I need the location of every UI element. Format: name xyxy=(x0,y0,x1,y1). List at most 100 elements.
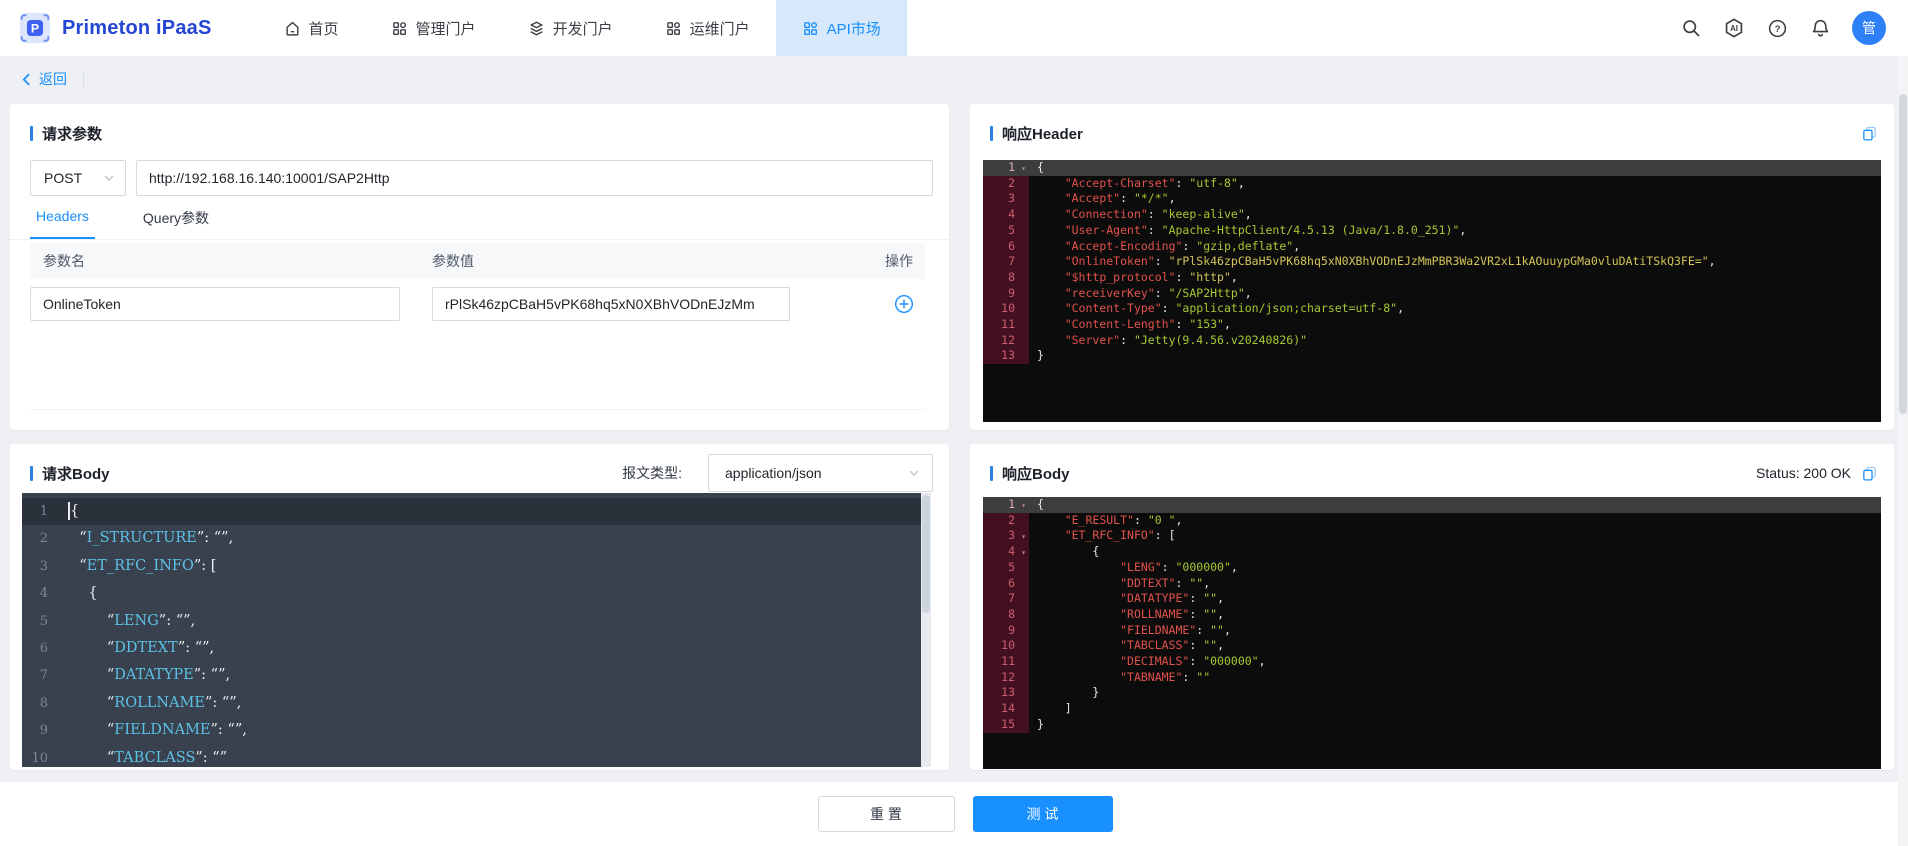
nav-item-admin-portal[interactable]: 管理门户 xyxy=(365,0,502,56)
code-line: 1{ xyxy=(22,498,931,526)
column-header-name: 参数名 xyxy=(43,253,85,269)
code-line-content: "Accept-Charset": "utf-8", xyxy=(1064,175,1245,190)
code-line-content: } xyxy=(1037,348,1044,363)
fold-caret-icon[interactable]: ▾ xyxy=(1021,498,1026,514)
param-value-input[interactable] xyxy=(432,287,790,321)
help-icon[interactable]: ? xyxy=(1766,17,1788,39)
row-ops-cell xyxy=(790,294,925,314)
svg-text:P: P xyxy=(31,22,39,36)
line-number: 11 xyxy=(983,317,1029,333)
code-line: 13} xyxy=(983,348,1881,365)
url-input[interactable] xyxy=(136,160,933,196)
code-line: 15} xyxy=(983,716,1881,733)
test-button[interactable]: 测 试 xyxy=(972,796,1113,832)
page: P Primeton iPaaS 首页 管理门户 开发门户 运维门户 API市场… xyxy=(0,0,1908,846)
code-line-content: "$http_protocol": "http", xyxy=(1064,269,1238,284)
line-number: 4 xyxy=(39,586,48,602)
copy-icon[interactable] xyxy=(1861,465,1878,482)
code-line: 4 "Connection": "keep-alive", xyxy=(983,207,1881,223)
code-line-content: "ET_RFC_INFO": [ xyxy=(1064,528,1176,543)
layers-icon xyxy=(528,20,545,37)
code-line-content: { xyxy=(1037,544,1100,559)
nav-item-label: 首页 xyxy=(308,20,339,38)
line-number: 2 xyxy=(983,175,1029,192)
code-line-content: { xyxy=(1037,160,1044,174)
request-body-editor[interactable]: 1{2 “I_STRUCTURE”: “”, 3 “ET_RFC_INFO”: [… xyxy=(22,493,931,767)
param-name-input[interactable] xyxy=(30,287,400,321)
grid-icon xyxy=(665,20,682,37)
code-line: 12 "Server": "Jetty(9.4.56.v20240826)" xyxy=(983,332,1881,349)
code-line-content: "FIELDNAME": "", xyxy=(1120,622,1231,637)
code-line: 6 "DDTEXT": "", xyxy=(983,575,1881,592)
divider xyxy=(30,409,925,410)
line-number: 8 xyxy=(983,269,1029,286)
code-line-content: "E_RESULT": "0 ", xyxy=(1064,512,1183,527)
fold-caret-icon[interactable]: ▾ xyxy=(1021,161,1026,177)
nav-item-api-market[interactable]: API市场 xyxy=(775,0,907,56)
title-accent-bar xyxy=(30,125,33,141)
ai-assistant-icon[interactable]: AI xyxy=(1723,17,1745,39)
notification-bell-icon[interactable] xyxy=(1809,17,1831,39)
code-line-content: “DATATYPE”: “”, xyxy=(70,667,231,684)
code-line-content: "Server": "Jetty(9.4.56.v20240826)" xyxy=(1064,332,1308,347)
column-header-ops: 操作 xyxy=(885,253,913,269)
content-type-select[interactable]: application/json xyxy=(708,454,933,492)
code-line-content: "ROLLNAME": "", xyxy=(1120,606,1224,621)
code-line-content: “TABCLASS”: “” xyxy=(70,749,228,766)
code-line-content: "TABNAME": "" xyxy=(1120,669,1211,684)
add-param-button[interactable] xyxy=(894,294,914,314)
code-line: 4 { xyxy=(22,580,931,607)
fold-caret-icon[interactable]: ▾ xyxy=(1021,545,1026,561)
tab-headers[interactable]: Headers xyxy=(30,208,95,239)
nav-item-ops-portal[interactable]: 运维门户 xyxy=(639,0,776,56)
nav-item-home[interactable]: 首页 xyxy=(258,0,365,56)
copy-icon[interactable] xyxy=(1861,125,1878,142)
code-line: 14 ] xyxy=(983,701,1881,717)
code-line: 13 } xyxy=(983,685,1881,702)
code-line: 5 "LENG": "000000", xyxy=(983,559,1881,576)
response-body-editor[interactable]: 1 ▾{2 "E_RESULT": "0 ", 3 ▾ "ET_RFC_INFO": … xyxy=(983,497,1881,769)
line-number: 5 xyxy=(39,613,48,629)
chevron-down-icon xyxy=(908,467,920,479)
reset-button[interactable]: 重 置 xyxy=(817,796,955,832)
main-nav: 首页 管理门户 开发门户 运维门户 API市场 xyxy=(258,0,907,56)
content-type-value: application/json xyxy=(725,465,822,481)
brand: P Primeton iPaaS xyxy=(18,0,212,56)
nav-item-dev-portal[interactable]: 开发门户 xyxy=(502,0,639,56)
scrollbar-thumb[interactable] xyxy=(1899,94,1907,414)
code-line: 10 "TABCLASS": "", xyxy=(983,638,1881,655)
fold-caret-icon[interactable]: ▾ xyxy=(1021,529,1026,545)
line-number: 6 xyxy=(39,641,48,657)
editor-scrollbar[interactable] xyxy=(921,493,931,767)
line-number: 13 xyxy=(983,685,1029,702)
line-number: 14 xyxy=(983,701,1029,717)
nav-item-label: API市场 xyxy=(826,20,881,38)
section-title-request-params: 请求参数 xyxy=(30,123,102,144)
response-header-editor[interactable]: 1 ▾{2 "Accept-Charset": "utf-8", 3 "Accept… xyxy=(983,160,1881,422)
method-select[interactable]: POST xyxy=(30,160,126,196)
request-params-panel: 请求参数 POST Headers Query参数 参数名 参数值 操作 xyxy=(10,104,949,430)
content-type-label: 报文类型: xyxy=(622,465,682,481)
line-number: 10 xyxy=(983,301,1029,318)
code-line: 10 “TABCLASS”: “” xyxy=(22,745,931,767)
column-header-value: 参数值 xyxy=(432,253,474,269)
avatar[interactable]: 管 xyxy=(1852,11,1886,45)
code-line: 8 “ROLLNAME”: “”, xyxy=(22,690,931,717)
line-number: 9 xyxy=(983,622,1029,639)
tab-query-params[interactable]: Query参数 xyxy=(137,208,215,239)
line-number: 11 xyxy=(983,654,1029,670)
line-number: 5 xyxy=(983,222,1029,239)
top-navbar: P Primeton iPaaS 首页 管理门户 开发门户 运维门户 API市场… xyxy=(0,0,1908,56)
code-line-content: } xyxy=(1037,716,1044,731)
back-bar: 返回 xyxy=(20,56,84,102)
line-number: 1 ▾ xyxy=(983,497,1029,513)
search-icon[interactable] xyxy=(1680,17,1702,39)
page-scrollbar[interactable] xyxy=(1898,56,1908,846)
home-icon xyxy=(284,20,301,37)
code-line: 8 "$http_protocol": "http", xyxy=(983,269,1881,286)
table-row xyxy=(30,286,925,322)
code-line: 6 "Accept-Encoding": "gzip,deflate", xyxy=(983,238,1881,255)
back-button[interactable]: 返回 xyxy=(20,69,67,89)
title-accent-bar xyxy=(30,465,33,481)
code-line: 7 “DATATYPE”: “”, xyxy=(22,662,931,689)
